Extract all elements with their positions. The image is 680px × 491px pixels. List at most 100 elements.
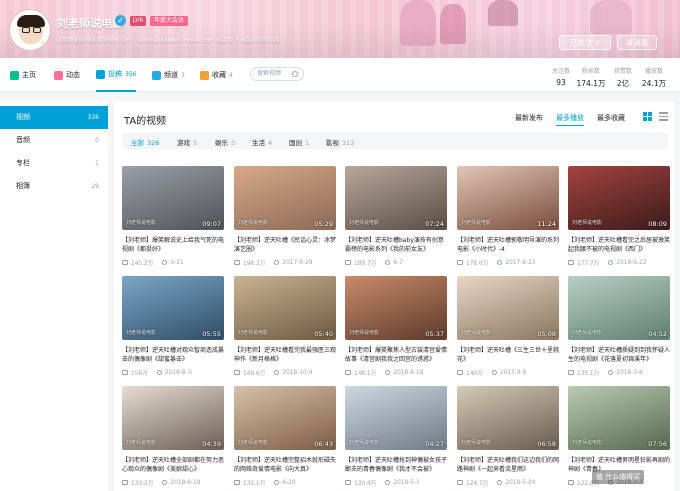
sort-latest[interactable]: 最新发布: [515, 113, 543, 123]
play-count: 189.7万: [354, 261, 377, 267]
video-card[interactable]: 刘老师说电影 08:09 【刘老师】逆天吐槽看完之后居被激笑起我腰不被的电视剧《西门…: [568, 166, 670, 267]
video-card[interactable]: 刘老师说电影 05:40 【刘老师】逆天吐槽看完我最强医三观神作《新月格格》 149.…: [234, 276, 336, 377]
play-count: 245.2万: [131, 261, 154, 267]
tab-dynamic[interactable]: 动态: [54, 58, 80, 92]
video-title[interactable]: 【刘老师】逆天吐槽我们这边我们的网路神剧《一起来看流星雨》: [457, 456, 559, 474]
video-thumbnail[interactable]: 刘老师说电影 04:39: [122, 386, 224, 450]
username: 刘老师说电影: [57, 17, 123, 30]
avatar-glasses: [22, 27, 30, 33]
play-count: 124.7万: [466, 481, 489, 487]
play-count: 133.2万: [131, 481, 154, 487]
upload-date: 2018-5-1: [393, 479, 420, 486]
video-title[interactable]: 【刘老师】爆笑解说史上给我气死的电视剧《都挺好》: [122, 236, 224, 254]
filter-count: 3: [231, 139, 236, 147]
video-duration: 04:52: [648, 330, 667, 338]
video-title[interactable]: 【刘老师】逆天吐槽全部剧都在努力恶心观众的偶像剧《美娘甜心》: [122, 456, 224, 474]
grid-view-icon[interactable]: [643, 112, 652, 121]
upload-date: 6-20: [282, 479, 296, 486]
site-watermark: 值 什么值得买: [592, 470, 645, 484]
video-card[interactable]: 刘老师说电影 11:24 【刘老师】逆天吐槽郭敬明导演的系列电影《小时代》-4 178…: [457, 166, 559, 267]
video-card[interactable]: 刘老师说电影 09:07 【刘老师】爆笑解说史上给我气死的电视剧《都挺好》 245.2…: [122, 166, 224, 267]
video-thumbnail[interactable]: 刘老师说电影 07:24: [345, 166, 447, 230]
clock-icon: [385, 480, 391, 485]
video-card[interactable]: 刘老师说电影 05:55 【刘老师】逆天吐槽对观众智商造成暴击的偶像剧《甜蜜暴击》 1…: [122, 276, 224, 377]
clock-icon: [385, 260, 391, 265]
filter-life[interactable]: 生活 4: [252, 137, 272, 147]
video-duration: 06:43: [314, 440, 333, 448]
clock-icon: [274, 260, 280, 265]
clock-icon: [608, 260, 614, 265]
video-search-input[interactable]: 搜索视频: [250, 67, 304, 81]
filter-game[interactable]: 游戏 5: [177, 137, 197, 147]
thumbnail-watermark: 刘老师说电影: [126, 330, 157, 336]
video-card[interactable]: 刘老师说电影 05:08 【刘老师】逆天吐槽《三生三世十里桃花》 140万 2017-3…: [457, 276, 559, 377]
video-thumbnail[interactable]: 刘老师说电影 05:08: [457, 276, 559, 340]
play-count-icon: [568, 260, 574, 265]
video-thumbnail[interactable]: 刘老师说电影 06:58: [457, 386, 559, 450]
filter-all[interactable]: 全部 326: [131, 137, 159, 147]
video-duration: 11:24: [537, 220, 556, 228]
video-title[interactable]: 【刘老师】爆笑聚焦人型古装清宫爱情故事《清宫剧我我之回宫的诱惑》: [345, 346, 447, 364]
video-title[interactable]: 【刘老师】逆天吐槽看完之后居被激笑起我腰不被的电视剧《西门》: [568, 236, 670, 254]
video-thumbnail[interactable]: 刘老师说电影 05:37: [345, 276, 447, 340]
upload-date: 2018-5-22: [616, 259, 647, 266]
sidebar-item-label: 音频: [16, 136, 30, 144]
video-card[interactable]: 刘老师说电影 06:58 【刘老师】逆天吐槽我们这边我们的网路神剧《一起来看流星雨》…: [457, 386, 559, 487]
level-badge: LV6: [130, 16, 146, 26]
video-title[interactable]: 【刘老师】逆天吐槽完整招木就形磁失的网络奇爱情电影《向大真》: [234, 456, 336, 474]
filter-entertainment[interactable]: 娱乐 3: [215, 137, 235, 147]
video-card[interactable]: 刘老师说电影 05:37 【刘老师】爆笑聚焦人型古装清宫爱情故事《清宫剧我我之回宫的…: [345, 276, 447, 377]
video-thumbnail[interactable]: 刘老师说电影 05:29: [234, 166, 336, 230]
video-thumbnail[interactable]: 刘老师说电影 05:55: [122, 276, 224, 340]
video-thumbnail[interactable]: 刘老师说电影 05:40: [234, 276, 336, 340]
tab-favorites[interactable]: 收藏 4: [200, 58, 233, 92]
sidebar-item-videos[interactable]: 视频 326: [0, 106, 108, 129]
sidebar-item-albums[interactable]: 相簿 29: [0, 175, 108, 198]
follow-button[interactable]: 已关注 ∨: [559, 35, 611, 50]
list-view-icon[interactable]: [659, 112, 668, 121]
search-icon[interactable]: [292, 71, 298, 77]
video-title[interactable]: 【刘老师】逆天吐槽对观众智商造成暴击的偶像剧《甜蜜暴击》: [122, 346, 224, 364]
video-title[interactable]: 【刘老师】逆天吐槽质疑到到我怀疑人生的电视剧《花落夏初锦溪年》: [568, 346, 670, 364]
filter-guochuang[interactable]: 国创 1: [289, 137, 309, 147]
video-title[interactable]: 【刘老师】逆天吐槽抢到神偶被女孩子鄙夫的青春偶像剧《我才不会被》: [345, 456, 447, 474]
video-title[interactable]: 【刘老师】逆天吐槽《民话心灵：冰梦演艺圈》: [234, 236, 336, 254]
video-meta: 140万 2017-3-9: [457, 368, 559, 377]
video-title[interactable]: 【刘老师】逆天吐槽看完我最强医三观神作《新月格格》: [234, 346, 336, 364]
filter-label: 生活: [252, 139, 265, 147]
video-card[interactable]: 刘老师说电影 06:43 【刘老师】逆天吐槽完整招木就形磁失的网络奇爱情电影《向大真…: [234, 386, 336, 487]
clock-icon: [274, 370, 280, 375]
video-thumbnail[interactable]: 刘老师说电影 04:52: [568, 276, 670, 340]
play-count: 148.1万: [354, 371, 377, 377]
sort-most-favorited[interactable]: 最多收藏: [597, 113, 625, 123]
sort-most-played[interactable]: 最多播放: [556, 113, 584, 126]
video-thumbnail[interactable]: 刘老师说电影 08:09: [568, 166, 670, 230]
upload-date: 2018-8-18: [393, 369, 424, 376]
tab-channel[interactable]: 频道 3: [152, 58, 185, 92]
video-card[interactable]: 刘老师说电影 04:39 【刘老师】逆天吐槽全部剧都在努力恶心观众的偶像剧《美娘甜心…: [122, 386, 224, 487]
tab-uploads[interactable]: 投稿 356: [96, 58, 137, 92]
tab-home[interactable]: 主页: [10, 58, 36, 92]
video-title[interactable]: 【刘老师】逆天吐槽baby演技有创意霸榜的电影系列《我的前女友》: [345, 236, 447, 254]
video-card[interactable]: 刘老师说电影 04:27 【刘老师】逆天吐槽抢到神偶被女孩子鄙夫的青春偶像剧《我才不…: [345, 386, 447, 487]
video-card[interactable]: 刘老师说电影 07:24 【刘老师】逆天吐槽baby演技有创意霸榜的电影系列《我的前…: [345, 166, 447, 267]
sidebar-item-audio[interactable]: 音频 0: [0, 129, 108, 152]
video-card[interactable]: 刘老师说电影 05:29 【刘老师】逆天吐槽《民话心灵：冰梦演艺圈》 198.3万 20…: [234, 166, 336, 267]
video-thumbnail[interactable]: 刘老师说电影 11:24: [457, 166, 559, 230]
thumbnail-watermark: 刘老师说电影: [349, 440, 380, 446]
video-meta: 198.3万 2017-9-29: [234, 258, 336, 267]
video-thumbnail[interactable]: 刘老师说电影 06:43: [234, 386, 336, 450]
video-thumbnail[interactable]: 刘老师说电影 07:56: [568, 386, 670, 450]
play-count-icon: [457, 260, 463, 265]
filter-film-tv[interactable]: 影视 313: [326, 137, 354, 147]
video-card[interactable]: 刘老师说电影 04:52 【刘老师】逆天吐槽质疑到到我怀疑人生的电视剧《花落夏初锦溪…: [568, 276, 670, 377]
avatar[interactable]: [10, 10, 50, 50]
video-thumbnail[interactable]: 刘老师说电影 09:07: [122, 166, 224, 230]
video-title[interactable]: 【刘老师】逆天吐槽《三生三世十里桃花》: [457, 346, 559, 364]
sidebar-item-articles[interactable]: 专栏 1: [0, 152, 108, 175]
video-title[interactable]: 【刘老师】逆天吐槽郭敬明导演的系列电影《小时代》-4: [457, 236, 559, 254]
video-thumbnail[interactable]: 刘老师说电影 04:27: [345, 386, 447, 450]
thumbnail-watermark: 刘老师说电影: [349, 220, 380, 226]
search-placeholder: 搜索视频: [257, 70, 282, 77]
message-button[interactable]: 发消息: [617, 35, 657, 50]
